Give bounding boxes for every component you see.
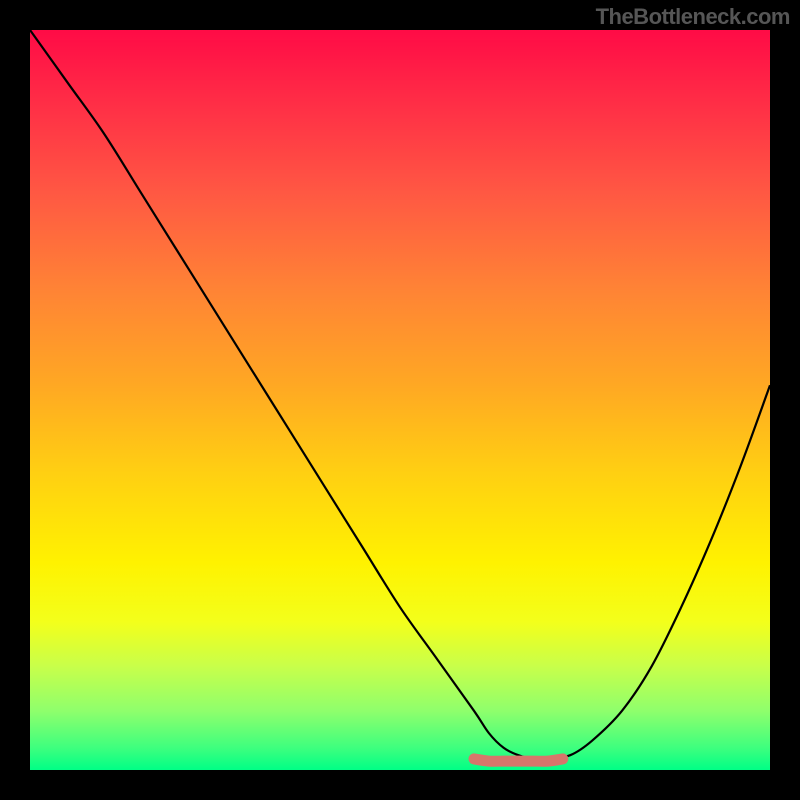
- plot-area: [30, 30, 770, 770]
- chart-frame: TheBottleneck.com: [0, 0, 800, 800]
- watermark-text: TheBottleneck.com: [596, 4, 790, 30]
- chart-overlay: [30, 30, 770, 770]
- optimal-marker-band: [474, 759, 563, 761]
- bottleneck-curve: [30, 30, 770, 759]
